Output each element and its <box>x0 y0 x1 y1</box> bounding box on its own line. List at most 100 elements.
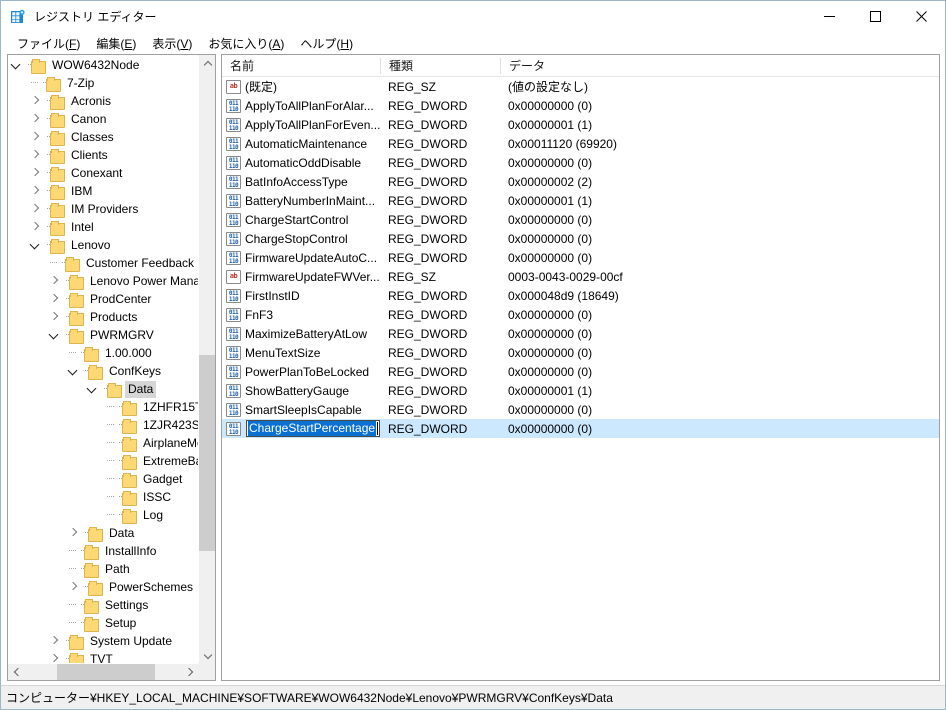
rename-input[interactable]: ChargeStartPercentage <box>246 420 381 437</box>
tree-horizontal-scrollbar[interactable] <box>8 663 198 680</box>
chevron-right-icon[interactable] <box>27 165 43 181</box>
chevron-down-icon[interactable] <box>27 237 43 253</box>
tree-item-gadget[interactable]: Gadget <box>8 470 198 488</box>
chevron-right-icon[interactable] <box>65 525 81 541</box>
registry-tree[interactable]: WOW6432Node 7-Zip Acronis Canon Classes Clien… <box>8 55 198 664</box>
dword-value-icon: 011 110 <box>226 231 241 246</box>
chevron-right-icon[interactable] <box>46 291 62 307</box>
tree-item-setup[interactable]: Setup <box>8 614 198 632</box>
tree-vertical-scroll-thumb[interactable] <box>199 355 215 551</box>
chevron-right-icon[interactable] <box>27 201 43 217</box>
chevron-right-icon[interactable] <box>27 219 43 235</box>
tree-item-im-providers[interactable]: IM Providers <box>8 200 198 218</box>
chevron-down-icon[interactable] <box>65 363 81 379</box>
tree-item-data[interactable]: Data <box>8 380 198 398</box>
tree-item-airplanemode[interactable]: AirplaneMode <box>8 434 198 452</box>
value-row[interactable]: 011 110 AutomaticMaintenance REG_DWORD 0x000… <box>222 134 939 153</box>
value-row[interactable]: 011 110 ChargeStopControl REG_DWORD 0x000000… <box>222 229 939 248</box>
chevron-right-icon[interactable] <box>46 309 62 325</box>
menu-item-3[interactable]: お気に入り(A) <box>200 33 292 54</box>
chevron-right-icon[interactable] <box>46 633 62 649</box>
tree-item-powerschemes[interactable]: PowerSchemes <box>8 578 198 596</box>
close-button[interactable] <box>898 1 944 31</box>
tree-item-path[interactable]: Path <box>8 560 198 578</box>
tree-item-wow6432node[interactable]: WOW6432Node <box>8 56 198 74</box>
value-row[interactable]: 011 110 MaximizeBatteryAtLow REG_DWORD 0x000… <box>222 324 939 343</box>
window-title: レジストリ エディター <box>34 10 157 24</box>
tree-vertical-scrollbar[interactable] <box>198 55 215 664</box>
menu-item-1[interactable]: 編集(E) <box>88 33 144 54</box>
chevron-right-icon[interactable] <box>65 579 81 595</box>
minimize-button[interactable] <box>806 1 852 31</box>
tree-item-1-00-000[interactable]: 1.00.000 <box>8 344 198 362</box>
chevron-right-icon[interactable] <box>27 93 43 109</box>
tree-item-issc[interactable]: ISSC <box>8 488 198 506</box>
tree-item-conexant[interactable]: Conexant <box>8 164 198 182</box>
tree-horizontal-scroll-thumb[interactable] <box>57 664 155 680</box>
tree-item-classes[interactable]: Classes <box>8 128 198 146</box>
value-row[interactable]: 011 110 FirstInstID REG_DWORD 0x000048d9 (18… <box>222 286 939 305</box>
tree-item-acronis[interactable]: Acronis <box>8 92 198 110</box>
tree-item-1zhfr15tlw[interactable]: 1ZHFR15TLW <box>8 398 198 416</box>
tree-item-log[interactable]: Log <box>8 506 198 524</box>
menu-item-4[interactable]: ヘルプ(H) <box>292 33 361 54</box>
chevron-right-icon[interactable] <box>27 147 43 163</box>
value-name-cell: 011 110 FirmwareUpdateAutoC... <box>226 250 380 265</box>
maximize-button[interactable] <box>852 1 898 31</box>
chevron-right-icon[interactable] <box>27 111 43 127</box>
value-row[interactable]: 011 110 ShowBatteryGauge REG_DWORD 0x0000000… <box>222 381 939 400</box>
value-row[interactable]: 011 110 ChargeStartControl REG_DWORD 0x00000… <box>222 210 939 229</box>
value-name-cell: 011 110 ShowBatteryGauge <box>226 383 380 398</box>
column-header-type[interactable]: 種類 <box>381 55 500 76</box>
column-header-name[interactable]: 名前 <box>222 55 380 76</box>
tree-item-prodcenter[interactable]: ProdCenter <box>8 290 198 308</box>
value-row[interactable]: 011 110 BatInfoAccessType REG_DWORD 0x000000… <box>222 172 939 191</box>
value-row[interactable]: 011 110 BatteryNumberInMaint... REG_DWORD 0x… <box>222 191 939 210</box>
chevron-right-icon[interactable] <box>27 129 43 145</box>
tree-item-products[interactable]: Products <box>8 308 198 326</box>
value-row[interactable]: 011 110 SmartSleepIsCapable REG_DWORD 0x0000… <box>222 400 939 419</box>
value-row[interactable]: ab (既定) REG_SZ (値の設定なし) <box>222 77 939 96</box>
tree-item-intel[interactable]: Intel <box>8 218 198 236</box>
tree-scroll-left-button[interactable] <box>8 664 25 680</box>
tree-item-canon[interactable]: Canon <box>8 110 198 128</box>
tree-scroll-right-button[interactable] <box>181 664 198 680</box>
tree-item-data[interactable]: Data <box>8 524 198 542</box>
value-row-editing[interactable]: 011 110 ChargeStartPercentage REG_DWORD 0x00… <box>222 419 939 438</box>
tree-item-confkeys[interactable]: ConfKeys <box>8 362 198 380</box>
chevron-down-icon[interactable] <box>46 327 62 343</box>
value-row[interactable]: 011 110 FirmwareUpdateAutoC... REG_DWORD 0x0… <box>222 248 939 267</box>
menu-item-2[interactable]: 表示(V) <box>144 33 200 54</box>
tree-scroll-up-button[interactable] <box>199 55 215 72</box>
value-row[interactable]: ab FirmwareUpdateFWVer... REG_SZ 0003-0043-… <box>222 267 939 286</box>
tree-item-tvt[interactable]: TVT <box>8 650 198 664</box>
chevron-down-icon[interactable] <box>84 381 100 397</box>
column-header-data[interactable]: データ <box>501 55 939 76</box>
chevron-right-icon[interactable] <box>27 183 43 199</box>
value-row[interactable]: 011 110 FnF3 REG_DWORD 0x00000000 (0) <box>222 305 939 324</box>
tree-item-lenovo[interactable]: Lenovo <box>8 236 198 254</box>
tree-item-customer-feedback[interactable]: Customer Feedback <box>8 254 198 272</box>
value-name-cell: 011 110 ChargeStartPercentage <box>226 420 388 437</box>
tree-item-ibm[interactable]: IBM <box>8 182 198 200</box>
tree-item-system-update[interactable]: System Update <box>8 632 198 650</box>
value-row[interactable]: 011 110 PowerPlanToBeLocked REG_DWORD 0x0000… <box>222 362 939 381</box>
chevron-down-icon[interactable] <box>8 57 24 73</box>
tree-item-1zjr423sjm[interactable]: 1ZJR423SJM <box>8 416 198 434</box>
tree-item-lenovo-power-management[interactable]: Lenovo Power Management <box>8 272 198 290</box>
value-row[interactable]: 011 110 AutomaticOddDisable REG_DWORD 0x0000… <box>222 153 939 172</box>
values-list[interactable]: ab (既定) REG_SZ (値の設定なし) 011 110 ApplyToAllPlan… <box>222 77 939 680</box>
tree-item-installinfo[interactable]: InstallInfo <box>8 542 198 560</box>
menu-item-0[interactable]: ファイル(F) <box>9 33 88 54</box>
chevron-right-icon[interactable] <box>46 273 62 289</box>
tree-item-pwrmgrv[interactable]: PWRMGRV <box>8 326 198 344</box>
value-row[interactable]: 011 110 ApplyToAllPlanForEven... REG_DWORD 0… <box>222 115 939 134</box>
tree-item-settings[interactable]: Settings <box>8 596 198 614</box>
tree-item-extremebattery[interactable]: ExtremeBattery <box>8 452 198 470</box>
tree-scroll-down-button[interactable] <box>199 647 215 664</box>
value-row[interactable]: 011 110 MenuTextSize REG_DWORD 0x00000000 (0… <box>222 343 939 362</box>
value-row[interactable]: 011 110 ApplyToAllPlanForAlar... REG_DWORD 0… <box>222 96 939 115</box>
tree-item-clients[interactable]: Clients <box>8 146 198 164</box>
value-type-cell: REG_DWORD <box>388 288 468 303</box>
tree-item-7-zip[interactable]: 7-Zip <box>8 74 198 92</box>
